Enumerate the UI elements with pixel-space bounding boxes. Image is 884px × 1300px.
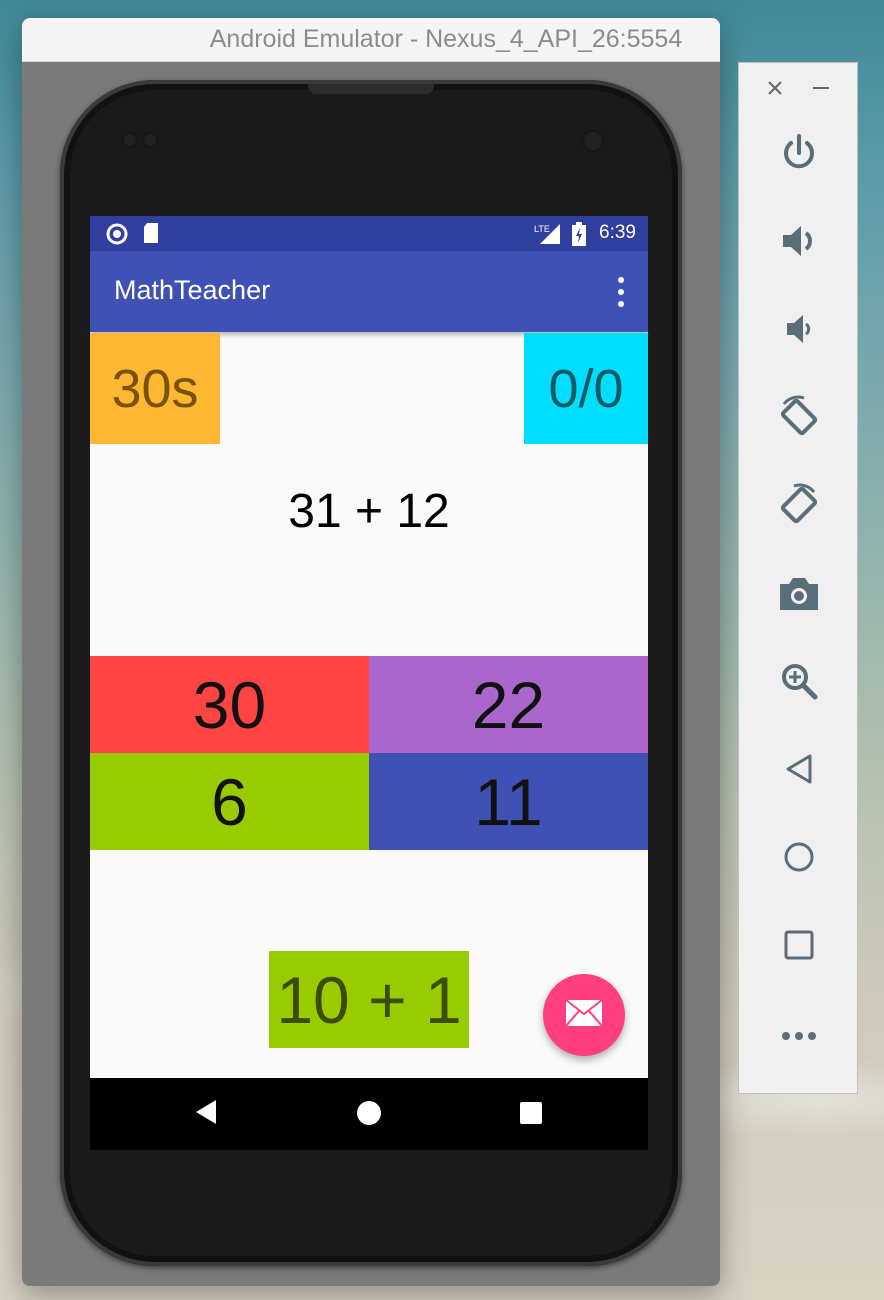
back-icon <box>784 752 814 790</box>
minimize-icon[interactable] <box>811 77 831 102</box>
close-icon[interactable] <box>767 77 783 102</box>
email-icon <box>565 999 603 1031</box>
nav-home-button[interactable] <box>356 1100 382 1130</box>
more-icon <box>781 1026 817 1045</box>
power-icon <box>779 133 819 177</box>
score-display: 0/0 <box>524 333 648 444</box>
device-screen: LTE 6:39 MathTeacher 30s 0/0 31 + 12 30 … <box>90 216 648 1150</box>
home-icon <box>782 840 816 878</box>
back-button[interactable] <box>759 741 839 801</box>
sensor-dot <box>142 132 158 148</box>
volume-up-button[interactable] <box>759 213 839 273</box>
window-title: Android Emulator - Nexus_4_API_26:5554 <box>209 25 683 53</box>
volume-up-icon <box>779 221 819 265</box>
volume-down-icon <box>781 311 817 351</box>
power-button[interactable] <box>759 125 839 185</box>
battery-icon <box>572 222 586 250</box>
earpiece-speaker <box>308 84 434 94</box>
answer-button-1[interactable]: 30 <box>90 656 369 753</box>
status-bar: LTE 6:39 <box>90 216 648 251</box>
answer-button-3[interactable]: 6 <box>90 753 369 850</box>
nav-overview-button[interactable] <box>520 1102 542 1128</box>
volume-down-button[interactable] <box>759 301 839 361</box>
overflow-menu-button[interactable] <box>614 277 628 307</box>
answer-button-4[interactable]: 11 <box>369 753 648 850</box>
camera-icon <box>778 574 820 616</box>
sync-icon <box>106 223 128 249</box>
navigation-bar <box>90 1078 648 1150</box>
answer-button-2[interactable]: 22 <box>369 656 648 753</box>
lte-label: LTE <box>534 224 550 234</box>
question-text: 31 + 12 <box>288 485 450 538</box>
hint-display: 10 + 1 <box>269 951 469 1048</box>
more-button[interactable] <box>759 1005 839 1065</box>
signal-lte-icon: LTE <box>534 223 562 249</box>
window-title-bar[interactable]: Android Emulator - Nexus_4_API_26:5554 <box>22 18 720 62</box>
home-button[interactable] <box>759 829 839 889</box>
overview-icon <box>783 929 815 965</box>
zoom-icon <box>779 661 819 705</box>
screenshot-button[interactable] <box>759 565 839 625</box>
app-title: MathTeacher <box>114 275 271 305</box>
overflow-dot <box>618 289 624 295</box>
sd-card-icon <box>142 222 160 248</box>
emulator-control-panel <box>738 62 858 1094</box>
rotate-right-icon <box>776 482 822 532</box>
overflow-dot <box>618 301 624 307</box>
status-time: 6:39 <box>599 222 636 243</box>
zoom-button[interactable] <box>759 653 839 713</box>
timer-display: 30s <box>90 333 220 444</box>
rotate-left-button[interactable] <box>759 389 839 449</box>
front-camera <box>582 130 604 152</box>
overview-button[interactable] <box>759 917 839 977</box>
email-fab-button[interactable] <box>543 974 625 1056</box>
app-bar: MathTeacher <box>90 251 648 332</box>
emulator-window: Android Emulator - Nexus_4_API_26:5554 L… <box>22 18 720 1286</box>
rotate-right-button[interactable] <box>759 477 839 537</box>
overflow-dot <box>618 277 624 283</box>
rotate-left-icon <box>776 394 822 444</box>
sensor-dot <box>122 132 138 148</box>
nav-back-button[interactable] <box>194 1098 218 1130</box>
